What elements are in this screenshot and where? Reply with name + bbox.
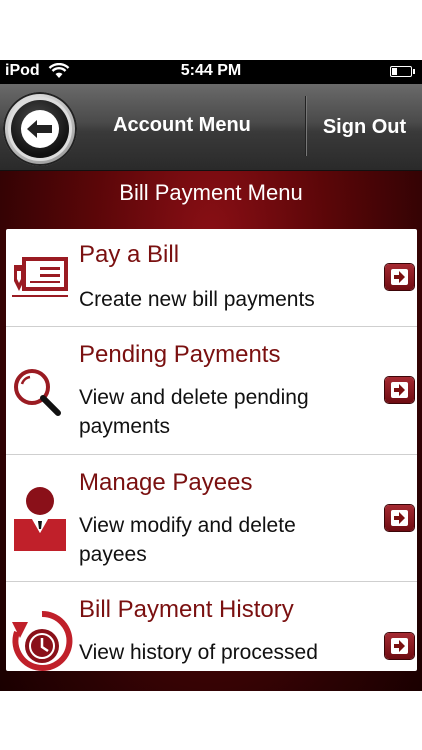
- menu-item-pay-a-bill[interactable]: Pay a Bill Create new bill payments: [6, 229, 417, 327]
- menu-item-title: Pending Payments: [79, 341, 281, 368]
- arrow-right-icon[interactable]: [385, 633, 414, 659]
- magnifier-icon: [14, 369, 61, 416]
- status-time: 5:44 PM: [180, 62, 242, 79]
- back-arrow-icon: [11, 100, 69, 158]
- menu-item-title: Manage Payees: [79, 469, 253, 496]
- menu-item-description: View modify and delete payees: [79, 514, 296, 566]
- menu-item-title: Pay a Bill: [79, 241, 180, 268]
- status-bar: iPod 5:44 PM: [0, 60, 422, 84]
- person-icon: [14, 487, 66, 551]
- menu-item-description: View history of processed: [79, 641, 318, 664]
- back-button[interactable]: [3, 92, 77, 166]
- menu-item-bill-payment-history[interactable]: Bill Payment History View history of pro…: [6, 582, 417, 671]
- sign-out-button[interactable]: Sign Out: [307, 84, 422, 170]
- battery-level: [392, 68, 397, 75]
- arrow-right-icon[interactable]: [385, 505, 414, 531]
- bill-check-icon: [12, 257, 68, 297]
- nav-divider: [305, 96, 306, 156]
- nav-bar: Account Menu Sign Out: [0, 84, 422, 171]
- menu-item-manage-payees[interactable]: Manage Payees View modify and delete pay…: [6, 455, 417, 582]
- menu-item-description: View and delete pending payments: [79, 386, 309, 438]
- clock-history-icon: [12, 610, 73, 671]
- menu-item-title: Bill Payment History: [79, 596, 294, 623]
- arrow-right-icon[interactable]: [385, 377, 414, 403]
- nav-title[interactable]: Account Menu: [92, 114, 272, 137]
- menu-item-pending-payments[interactable]: Pending Payments View and delete pending…: [6, 327, 417, 455]
- arrow-right-icon[interactable]: [385, 264, 414, 290]
- menu-item-description: Create new bill payments: [79, 288, 315, 311]
- battery-icon: [390, 66, 415, 77]
- phone-screen: iPod 5:44 PM Account Menu Sign Out Bill …: [0, 60, 422, 691]
- section-title: Bill Payment Menu: [119, 180, 303, 205]
- bill-payment-menu: Pay a Bill Create new bill payments Pend…: [6, 229, 417, 671]
